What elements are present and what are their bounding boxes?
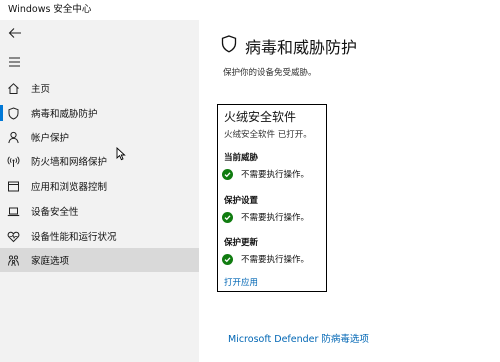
section-title-protection-settings: 保护设置	[224, 196, 259, 206]
sidebar-item-label: 应用和浏览器控制	[31, 182, 108, 193]
sidebar-item-app-browser-control[interactable]: 应用和浏览器控制	[0, 174, 199, 198]
window-title: Windows 安全中心	[8, 4, 92, 15]
status-row: 不需要执行操作。	[222, 253, 309, 265]
mouse-pointer-icon	[116, 146, 126, 161]
page-header: 病毒和威胁防护	[221, 34, 357, 58]
page-subtitle: 保护你的设备免受威胁。	[223, 68, 317, 78]
section-title-current-threats: 当前威胁	[224, 153, 259, 163]
sidebar-item-family-options[interactable]: 家庭选项	[0, 248, 199, 272]
section-title-protection-updates: 保护更新	[224, 238, 259, 248]
sidebar-item-firewall-network[interactable]: 防火墙和网络保护	[0, 149, 199, 173]
home-icon	[7, 82, 20, 95]
open-app-link[interactable]: 打开应用	[224, 276, 258, 288]
sidebar-item-virus-threat-protection[interactable]: 病毒和威胁防护	[0, 101, 199, 125]
sidebar-item-label: 设备安全性	[31, 207, 79, 218]
page-title: 病毒和威胁防护	[245, 38, 358, 57]
sidebar-item-label: 主页	[31, 84, 51, 95]
status-row: 不需要执行操作。	[222, 168, 309, 180]
sidebar-item-label: 设备性能和运行状况	[31, 232, 117, 243]
antivirus-status: 火绒安全软件 已打开。	[224, 130, 312, 140]
family-icon	[7, 254, 20, 267]
person-icon	[7, 131, 20, 144]
heart-icon	[7, 230, 20, 243]
status-row: 不需要执行操作。	[222, 211, 309, 223]
shield-icon	[221, 35, 237, 57]
sidebar-item-label: 家庭选项	[31, 256, 70, 267]
defender-antivirus-options-link[interactable]: Microsoft Defender 防病毒选项	[228, 331, 369, 345]
status-text: 不需要执行操作。	[241, 213, 310, 223]
checkmark-icon	[222, 253, 233, 265]
antivirus-provider-panel: 火绒安全软件 火绒安全软件 已打开。 当前威胁 不需要执行操作。 保护设置 不需…	[217, 104, 327, 292]
hamburger-menu-icon[interactable]	[8, 53, 22, 67]
status-text: 不需要执行操作。	[241, 255, 310, 265]
laptop-icon	[7, 205, 20, 218]
sidebar-item-home[interactable]: 主页	[0, 76, 199, 100]
antivirus-name: 火绒安全软件	[224, 110, 297, 124]
sidebar-item-device-performance[interactable]: 设备性能和运行状况	[0, 224, 199, 248]
app-window-icon	[7, 180, 20, 193]
antenna-icon	[7, 155, 20, 168]
main-content: 病毒和威胁防护 保护你的设备免受威胁。 火绒安全软件 火绒安全软件 已打开。 当…	[199, 20, 500, 362]
sidebar-item-device-security[interactable]: 设备安全性	[0, 199, 199, 223]
back-arrow-icon[interactable]	[8, 25, 22, 39]
sidebar-item-label: 病毒和威胁防护	[31, 109, 98, 120]
checkmark-icon	[222, 168, 233, 180]
windows-security-window: Windows 安全中心 主页 病毒和威胁防护 帐户保护 防火墙和网络保护 应用…	[0, 0, 500, 362]
shield-icon	[7, 106, 20, 120]
sidebar: 主页 病毒和威胁防护 帐户保护 防火墙和网络保护 应用和浏览器控制 设备安全性 …	[0, 20, 199, 362]
checkmark-icon	[222, 211, 233, 223]
title-bar: Windows 安全中心	[0, 0, 500, 20]
sidebar-item-account-protection[interactable]: 帐户保护	[0, 125, 199, 149]
sidebar-item-label: 帐户保护	[31, 133, 70, 144]
sidebar-item-label: 防火墙和网络保护	[31, 157, 108, 168]
status-text: 不需要执行操作。	[241, 170, 310, 180]
